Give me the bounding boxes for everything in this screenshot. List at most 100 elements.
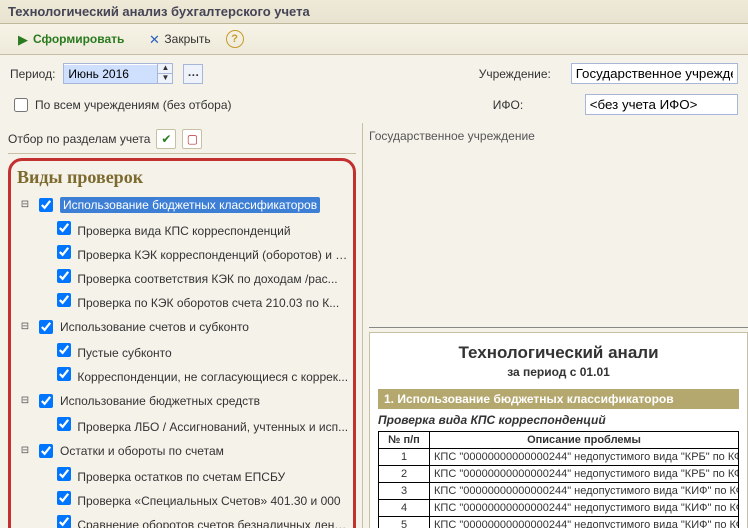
cell-desc: КПС "00000000000000244" недопустимого ви…	[430, 482, 739, 499]
tree-item[interactable]: Проверка «Специальных Счетов» 401.30 и 0…	[51, 486, 349, 510]
report-band-1: 1. Использование бюджетных классификатор…	[378, 389, 739, 409]
form-button-label: Сформировать	[33, 32, 124, 46]
cell-num: 4	[379, 499, 430, 516]
table-row[interactable]: 1КПС "00000000000000244" недопустимого в…	[379, 448, 739, 465]
tree-group-label[interactable]: Использование бюджетных средств	[60, 394, 260, 408]
checks-tree: ⊟ Использование бюджетных классификаторов…	[15, 192, 349, 528]
col-desc-header: Описание проблемы	[430, 431, 739, 448]
period-label: Период:	[10, 67, 55, 81]
tree-group-checkbox[interactable]	[39, 198, 53, 212]
tree-item-checkbox[interactable]	[57, 221, 71, 235]
table-row[interactable]: 5КПС "00000000000000244" недопустимого в…	[379, 516, 739, 528]
period-input[interactable]	[64, 65, 157, 83]
tree-group[interactable]: ⊟ Остатки и обороты по счетам	[17, 440, 349, 462]
tree-item-checkbox[interactable]	[57, 269, 71, 283]
tree-group[interactable]: ⊟ Использование бюджетных средств	[17, 390, 349, 412]
spin-down-icon[interactable]: ▼	[158, 74, 172, 83]
check-all-icon[interactable]: ✔	[156, 129, 176, 149]
sections-label: Отбор по разделам учета	[8, 132, 150, 146]
tree-item-checkbox[interactable]	[57, 293, 71, 307]
all-institutions-checkbox-wrap: По всем учреждениям (без отбора)	[10, 95, 232, 115]
filter-row-period: Период: ▲ ▼ … Учреждение:	[0, 55, 748, 92]
window-title: Технологический анализ бухгалтерского уч…	[0, 0, 748, 24]
tree-item-checkbox[interactable]	[57, 467, 71, 481]
tree-item-label: Пустые субконто	[77, 346, 171, 360]
tree-item-checkbox[interactable]	[57, 343, 71, 357]
table-row[interactable]: 3КПС "00000000000000244" недопустимого в…	[379, 482, 739, 499]
period-picker-button[interactable]: …	[183, 64, 203, 84]
ifo-label: ИФО:	[493, 98, 575, 112]
tree-group[interactable]: ⊟ Использование счетов и субконто	[17, 316, 349, 338]
collapse-icon[interactable]: ⊟	[19, 395, 31, 407]
right-panel: Государственное учреждение Технологическ…	[363, 123, 748, 528]
table-row[interactable]: 4КПС "00000000000000244" недопустимого в…	[379, 499, 739, 516]
tree-item-label: Сравнение оборотов счетов безналичных де…	[77, 518, 349, 528]
col-num-header: № п/п	[379, 431, 430, 448]
tree-item-checkbox[interactable]	[57, 515, 71, 528]
tree-group-label[interactable]: Использование счетов и субконто	[60, 320, 249, 334]
checks-tree-outline: Виды проверок ⊟ Использование бюджетных к…	[8, 158, 356, 528]
tree-item-checkbox[interactable]	[57, 491, 71, 505]
tree-group-checkbox[interactable]	[39, 394, 53, 408]
collapse-icon[interactable]: ⊟	[19, 199, 31, 211]
tree-item-checkbox[interactable]	[57, 367, 71, 381]
tree-item[interactable]: Корреспонденции, не согласующиеся с корр…	[51, 362, 349, 386]
form-button[interactable]: ▶ Сформировать	[8, 28, 133, 50]
tree-item-label: Проверка КЭК корреспонденций (оборотов) …	[77, 248, 349, 262]
play-icon: ▶	[17, 33, 29, 46]
cell-num: 1	[379, 448, 430, 465]
tree-item[interactable]: Проверка КЭК корреспонденций (оборотов) …	[51, 240, 349, 264]
report-subhead-1: Проверка вида КПС корреспонденций	[378, 413, 739, 427]
cell-num: 3	[379, 482, 430, 499]
close-button[interactable]: ✕ Закрыть	[139, 28, 219, 50]
institution-input[interactable]	[571, 63, 738, 84]
toolbar: ▶ Сформировать ✕ Закрыть ?	[0, 24, 748, 55]
report-document: Технологический анали за период с 01.01 …	[369, 332, 748, 528]
tree-item[interactable]: Проверка ЛБО / Ассигнований, учтенных и …	[51, 412, 349, 436]
tree-group-label[interactable]: Остатки и обороты по счетам	[60, 444, 224, 458]
collapse-icon[interactable]: ⊟	[19, 445, 31, 457]
close-icon: ✕	[148, 33, 160, 46]
uncheck-all-icon[interactable]: ▢	[182, 129, 202, 149]
all-institutions-checkbox[interactable]	[14, 98, 28, 112]
tree-item[interactable]: Сравнение оборотов счетов безналичных де…	[51, 510, 349, 528]
period-spinner: ▲ ▼	[157, 64, 172, 83]
tree-item-checkbox[interactable]	[57, 417, 71, 431]
table-row[interactable]: 2КПС "00000000000000244" недопустимого в…	[379, 465, 739, 482]
all-institutions-label: По всем учреждениям (без отбора)	[35, 98, 232, 112]
cell-desc: КПС "00000000000000244" недопустимого ви…	[430, 465, 739, 482]
tree-item-label: Корреспонденции, не согласующиеся с корр…	[77, 370, 348, 384]
tree-item[interactable]: Пустые субконто	[51, 338, 349, 362]
period-input-wrap: ▲ ▼	[63, 63, 173, 84]
cell-desc: КПС "00000000000000244" недопустимого ви…	[430, 516, 739, 528]
tree-item-label: Проверка остатков по счетам ЕПСБУ	[77, 470, 285, 484]
breadcrumb: Государственное учреждение	[369, 127, 748, 328]
cell-desc: КПС "00000000000000244" недопустимого ви…	[430, 499, 739, 516]
tree-group[interactable]: ⊟ Использование бюджетных классификаторов	[17, 194, 349, 216]
close-button-label: Закрыть	[164, 32, 210, 46]
tree-item-label: Проверка соответствия КЭК по доходам /ра…	[77, 272, 337, 286]
report-title: Технологический анали	[378, 343, 739, 363]
tree-group-checkbox[interactable]	[39, 444, 53, 458]
report-subtitle: за период с 01.01	[378, 365, 739, 379]
tree-item-label: Проверка вида КПС корреспонденций	[77, 224, 290, 238]
tree-group-checkbox[interactable]	[39, 320, 53, 334]
help-icon[interactable]: ?	[226, 30, 244, 48]
tree-group-label[interactable]: Использование бюджетных классификаторов	[60, 197, 320, 213]
collapse-icon[interactable]: ⊟	[19, 321, 31, 333]
checks-tree-title: Виды проверок	[17, 167, 349, 188]
tree-item[interactable]: Проверка соответствия КЭК по доходам /ра…	[51, 264, 349, 288]
tree-item[interactable]: Проверка остатков по счетам ЕПСБУ	[51, 462, 349, 486]
filter-row-2: По всем учреждениям (без отбора) ИФО:	[0, 92, 748, 123]
tree-item-label: Проверка «Специальных Счетов» 401.30 и 0…	[77, 494, 340, 508]
tree-item-label: Проверка по КЭК оборотов счета 210.03 по…	[77, 296, 339, 310]
cell-num: 2	[379, 465, 430, 482]
ifo-input[interactable]	[585, 94, 738, 115]
report-table-1: № п/п Описание проблемы 1КПС "0000000000…	[378, 431, 739, 528]
tree-item-label: Проверка ЛБО / Ассигнований, учтенных и …	[77, 420, 348, 434]
institution-label: Учреждение:	[479, 67, 561, 81]
tree-item[interactable]: Проверка вида КПС корреспонденций	[51, 216, 349, 240]
tree-item[interactable]: Проверка по КЭК оборотов счета 210.03 по…	[51, 288, 349, 312]
cell-num: 5	[379, 516, 430, 528]
tree-item-checkbox[interactable]	[57, 245, 71, 259]
